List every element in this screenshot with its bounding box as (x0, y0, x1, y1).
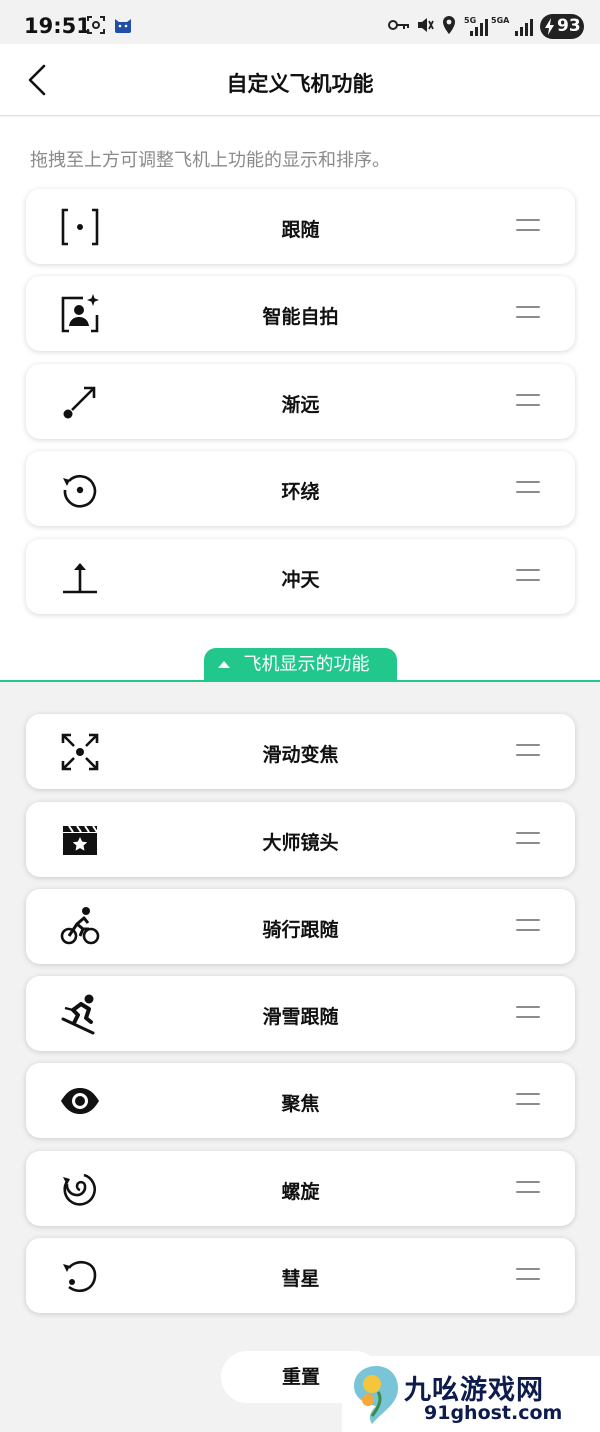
function-card-cycling[interactable]: 骑行跟随 (26, 889, 575, 964)
header: 自定义飞机功能 (0, 44, 600, 116)
watermark-url: 91ghost.com (424, 1402, 563, 1424)
function-card-dronie[interactable]: 渐远 (26, 364, 575, 439)
function-label: 彗星 (281, 1268, 320, 1290)
hint-text: 拖拽至上方可调整飞机上功能的显示和排序。 (30, 150, 390, 171)
charging-icon (545, 18, 554, 35)
function-card-spiral[interactable]: 螺旋 (26, 1151, 575, 1226)
function-card-follow[interactable]: 跟随 (26, 189, 575, 264)
function-label: 聚焦 (281, 1093, 320, 1115)
triangle-up-icon (218, 661, 230, 668)
function-label: 冲天 (281, 569, 320, 591)
function-label: 渐远 (281, 394, 320, 416)
function-label: 环绕 (281, 481, 320, 503)
displayed-functions-tab: 飞机显示的功能 (204, 648, 397, 682)
drag-handle-icon[interactable] (516, 306, 540, 322)
battery-level: 93 (557, 16, 581, 36)
function-card-skiing[interactable]: 滑雪跟随 (26, 976, 575, 1051)
location-icon (443, 16, 455, 34)
function-label: 大师镜头 (262, 832, 339, 854)
function-label: 滑雪跟随 (262, 1006, 339, 1028)
function-card-master-shot[interactable]: 大师镜头 (26, 802, 575, 877)
function-card-comet[interactable]: 彗星 (26, 1238, 575, 1313)
drag-handle-icon[interactable] (516, 1181, 540, 1197)
function-card-orbit[interactable]: 环绕 (26, 451, 575, 526)
section-tab-label: 飞机显示的功能 (243, 654, 370, 675)
function-label: 智能自拍 (262, 306, 339, 328)
function-label: 骑行跟随 (262, 919, 339, 941)
function-label: 跟随 (281, 219, 320, 241)
drag-handle-icon[interactable] (516, 1093, 540, 1109)
drag-handle-icon[interactable] (516, 219, 540, 235)
function-card-smart-selfie[interactable]: 智能自拍 (26, 276, 575, 351)
mute-icon (418, 18, 434, 32)
function-card-dolly-zoom[interactable]: 滑动变焦 (26, 714, 575, 789)
key-icon (388, 20, 409, 30)
status-time: 19:51 (24, 14, 91, 38)
drag-handle-icon[interactable] (516, 481, 540, 497)
cat-app-icon (115, 19, 131, 33)
function-card-focus[interactable]: 聚焦 (26, 1063, 575, 1138)
signal-icon-2 (515, 19, 533, 36)
drag-handle-icon[interactable] (516, 832, 540, 848)
drag-handle-icon[interactable] (516, 1268, 540, 1284)
page-title: 自定义飞机功能 (226, 72, 374, 96)
signal-icon (470, 19, 488, 36)
watermark: 九吆游戏网 91ghost.com (342, 1356, 600, 1432)
drag-handle-icon[interactable] (516, 919, 540, 935)
function-label: 滑动变焦 (262, 744, 339, 766)
function-card-rocket[interactable]: 冲天 (26, 539, 575, 614)
screenshot-icon (87, 16, 105, 34)
battery-indicator: 93 (540, 14, 584, 39)
drag-handle-icon[interactable] (516, 394, 540, 410)
drag-handle-icon[interactable] (516, 1006, 540, 1022)
function-label: 螺旋 (281, 1181, 320, 1203)
signal-label-right: 5GA (491, 16, 510, 25)
drag-handle-icon[interactable] (516, 569, 540, 585)
watermark-logo-icon (354, 1366, 398, 1424)
drag-handle-icon[interactable] (516, 744, 540, 760)
